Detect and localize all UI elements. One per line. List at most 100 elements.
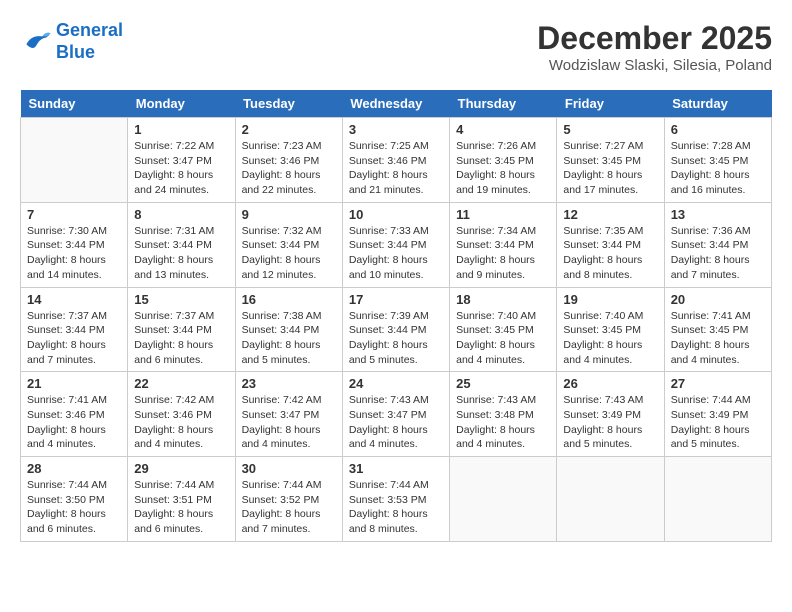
calendar-cell: 28 Sunrise: 7:44 AM Sunset: 3:50 PM Dayli… — [21, 457, 128, 542]
day-info: Sunrise: 7:22 AM Sunset: 3:47 PM Dayligh… — [134, 139, 228, 198]
day-info: Sunrise: 7:40 AM Sunset: 3:45 PM Dayligh… — [456, 309, 550, 368]
day-info: Sunrise: 7:28 AM Sunset: 3:45 PM Dayligh… — [671, 139, 765, 198]
day-number: 28 — [27, 461, 121, 476]
title-block: December 2025 Wodzislaw Slaski, Silesia,… — [537, 20, 772, 74]
day-info: Sunrise: 7:44 AM Sunset: 3:50 PM Dayligh… — [27, 478, 121, 537]
weekday-header: Tuesday — [235, 90, 342, 118]
day-info: Sunrise: 7:37 AM Sunset: 3:44 PM Dayligh… — [134, 309, 228, 368]
calendar-cell — [21, 118, 128, 203]
day-info: Sunrise: 7:26 AM Sunset: 3:45 PM Dayligh… — [456, 139, 550, 198]
calendar-cell: 25Sunrise: 7:43 AM Sunset: 3:48 PM Dayli… — [450, 372, 557, 457]
weekday-header: Wednesday — [342, 90, 449, 118]
month-title: December 2025 — [537, 20, 772, 57]
day-number: 24 — [349, 376, 443, 391]
calendar-week-row: 1 Sunrise: 7:22 AM Sunset: 3:47 PM Daylig… — [21, 118, 772, 203]
day-info: Sunrise: 7:43 AM Sunset: 3:49 PM Dayligh… — [563, 393, 657, 452]
weekday-header: Monday — [128, 90, 235, 118]
weekday-header: Saturday — [664, 90, 771, 118]
calendar-cell: 5 Sunrise: 7:27 AM Sunset: 3:45 PM Daylig… — [557, 118, 664, 203]
day-info: Sunrise: 7:37 AM Sunset: 3:44 PM Dayligh… — [27, 309, 121, 368]
day-info: Sunrise: 7:40 AM Sunset: 3:45 PM Dayligh… — [563, 309, 657, 368]
day-info: Sunrise: 7:41 AM Sunset: 3:46 PM Dayligh… — [27, 393, 121, 452]
day-number: 12 — [563, 207, 657, 222]
calendar-cell: 24 Sunrise: 7:43 AM Sunset: 3:47 PM Dayli… — [342, 372, 449, 457]
calendar-cell: 12Sunrise: 7:35 AM Sunset: 3:44 PM Dayli… — [557, 202, 664, 287]
calendar-cell: 6 Sunrise: 7:28 AM Sunset: 3:45 PM Daylig… — [664, 118, 771, 203]
day-number: 5 — [563, 122, 657, 137]
day-number: 26 — [563, 376, 657, 391]
day-info: Sunrise: 7:23 AM Sunset: 3:46 PM Dayligh… — [242, 139, 336, 198]
weekday-header: Friday — [557, 90, 664, 118]
calendar-cell: 18 Sunrise: 7:40 AM Sunset: 3:45 PM Dayli… — [450, 287, 557, 372]
day-info: Sunrise: 7:42 AM Sunset: 3:46 PM Dayligh… — [134, 393, 228, 452]
day-info: Sunrise: 7:42 AM Sunset: 3:47 PM Dayligh… — [242, 393, 336, 452]
day-info: Sunrise: 7:34 AM Sunset: 3:44 PM Dayligh… — [456, 224, 550, 283]
day-number: 14 — [27, 292, 121, 307]
day-info: Sunrise: 7:44 AM Sunset: 3:49 PM Dayligh… — [671, 393, 765, 452]
day-info: Sunrise: 7:39 AM Sunset: 3:44 PM Dayligh… — [349, 309, 443, 368]
day-info: Sunrise: 7:44 AM Sunset: 3:51 PM Dayligh… — [134, 478, 228, 537]
day-info: Sunrise: 7:33 AM Sunset: 3:44 PM Dayligh… — [349, 224, 443, 283]
calendar-cell: 14 Sunrise: 7:37 AM Sunset: 3:44 PM Dayli… — [21, 287, 128, 372]
weekday-header: Thursday — [450, 90, 557, 118]
calendar-cell: 3Sunrise: 7:25 AM Sunset: 3:46 PM Daylig… — [342, 118, 449, 203]
calendar-cell: 16 Sunrise: 7:38 AM Sunset: 3:44 PM Dayli… — [235, 287, 342, 372]
calendar-cell: 21Sunrise: 7:41 AM Sunset: 3:46 PM Dayli… — [21, 372, 128, 457]
day-info: Sunrise: 7:44 AM Sunset: 3:52 PM Dayligh… — [242, 478, 336, 537]
day-info: Sunrise: 7:27 AM Sunset: 3:45 PM Dayligh… — [563, 139, 657, 198]
day-number: 7 — [27, 207, 121, 222]
day-number: 11 — [456, 207, 550, 222]
logo-text: General Blue — [56, 20, 123, 63]
calendar-cell: 30 Sunrise: 7:44 AM Sunset: 3:52 PM Dayli… — [235, 457, 342, 542]
day-info: Sunrise: 7:43 AM Sunset: 3:47 PM Dayligh… — [349, 393, 443, 452]
day-number: 18 — [456, 292, 550, 307]
day-info: Sunrise: 7:30 AM Sunset: 3:44 PM Dayligh… — [27, 224, 121, 283]
location-subtitle: Wodzislaw Slaski, Silesia, Poland — [537, 57, 772, 74]
day-number: 23 — [242, 376, 336, 391]
day-info: Sunrise: 7:38 AM Sunset: 3:44 PM Dayligh… — [242, 309, 336, 368]
day-number: 13 — [671, 207, 765, 222]
calendar-cell: 29 Sunrise: 7:44 AM Sunset: 3:51 PM Dayli… — [128, 457, 235, 542]
weekday-header-row: SundayMondayTuesdayWednesdayThursdayFrid… — [21, 90, 772, 118]
calendar-cell: 11 Sunrise: 7:34 AM Sunset: 3:44 PM Dayli… — [450, 202, 557, 287]
calendar-cell: 17Sunrise: 7:39 AM Sunset: 3:44 PM Dayli… — [342, 287, 449, 372]
day-number: 1 — [134, 122, 228, 137]
day-number: 29 — [134, 461, 228, 476]
calendar-cell: 4Sunrise: 7:26 AM Sunset: 3:45 PM Daylig… — [450, 118, 557, 203]
calendar-cell: 7 Sunrise: 7:30 AM Sunset: 3:44 PM Daylig… — [21, 202, 128, 287]
day-number: 30 — [242, 461, 336, 476]
day-number: 20 — [671, 292, 765, 307]
day-number: 27 — [671, 376, 765, 391]
calendar-cell: 2 Sunrise: 7:23 AM Sunset: 3:46 PM Daylig… — [235, 118, 342, 203]
calendar-week-row: 28 Sunrise: 7:44 AM Sunset: 3:50 PM Dayli… — [21, 457, 772, 542]
calendar-table: SundayMondayTuesdayWednesdayThursdayFrid… — [20, 90, 772, 542]
calendar-cell: 26 Sunrise: 7:43 AM Sunset: 3:49 PM Dayli… — [557, 372, 664, 457]
weekday-header: Sunday — [21, 90, 128, 118]
calendar-cell — [664, 457, 771, 542]
day-number: 22 — [134, 376, 228, 391]
calendar-cell: 15 Sunrise: 7:37 AM Sunset: 3:44 PM Dayli… — [128, 287, 235, 372]
day-number: 15 — [134, 292, 228, 307]
day-info: Sunrise: 7:32 AM Sunset: 3:44 PM Dayligh… — [242, 224, 336, 283]
day-number: 10 — [349, 207, 443, 222]
day-number: 25 — [456, 376, 550, 391]
calendar-week-row: 21Sunrise: 7:41 AM Sunset: 3:46 PM Dayli… — [21, 372, 772, 457]
day-number: 3 — [349, 122, 443, 137]
logo-icon — [20, 28, 52, 56]
day-number: 19 — [563, 292, 657, 307]
day-info: Sunrise: 7:41 AM Sunset: 3:45 PM Dayligh… — [671, 309, 765, 368]
calendar-cell — [557, 457, 664, 542]
day-number: 6 — [671, 122, 765, 137]
day-number: 16 — [242, 292, 336, 307]
logo: General Blue — [20, 20, 123, 63]
day-number: 2 — [242, 122, 336, 137]
calendar-cell: 9Sunrise: 7:32 AM Sunset: 3:44 PM Daylig… — [235, 202, 342, 287]
calendar-cell: 19 Sunrise: 7:40 AM Sunset: 3:45 PM Dayli… — [557, 287, 664, 372]
calendar-cell: 22 Sunrise: 7:42 AM Sunset: 3:46 PM Dayli… — [128, 372, 235, 457]
day-number: 8 — [134, 207, 228, 222]
calendar-cell: 20 Sunrise: 7:41 AM Sunset: 3:45 PM Dayli… — [664, 287, 771, 372]
calendar-cell: 31Sunrise: 7:44 AM Sunset: 3:53 PM Dayli… — [342, 457, 449, 542]
calendar-cell — [450, 457, 557, 542]
calendar-week-row: 7 Sunrise: 7:30 AM Sunset: 3:44 PM Daylig… — [21, 202, 772, 287]
calendar-cell: 10 Sunrise: 7:33 AM Sunset: 3:44 PM Dayli… — [342, 202, 449, 287]
